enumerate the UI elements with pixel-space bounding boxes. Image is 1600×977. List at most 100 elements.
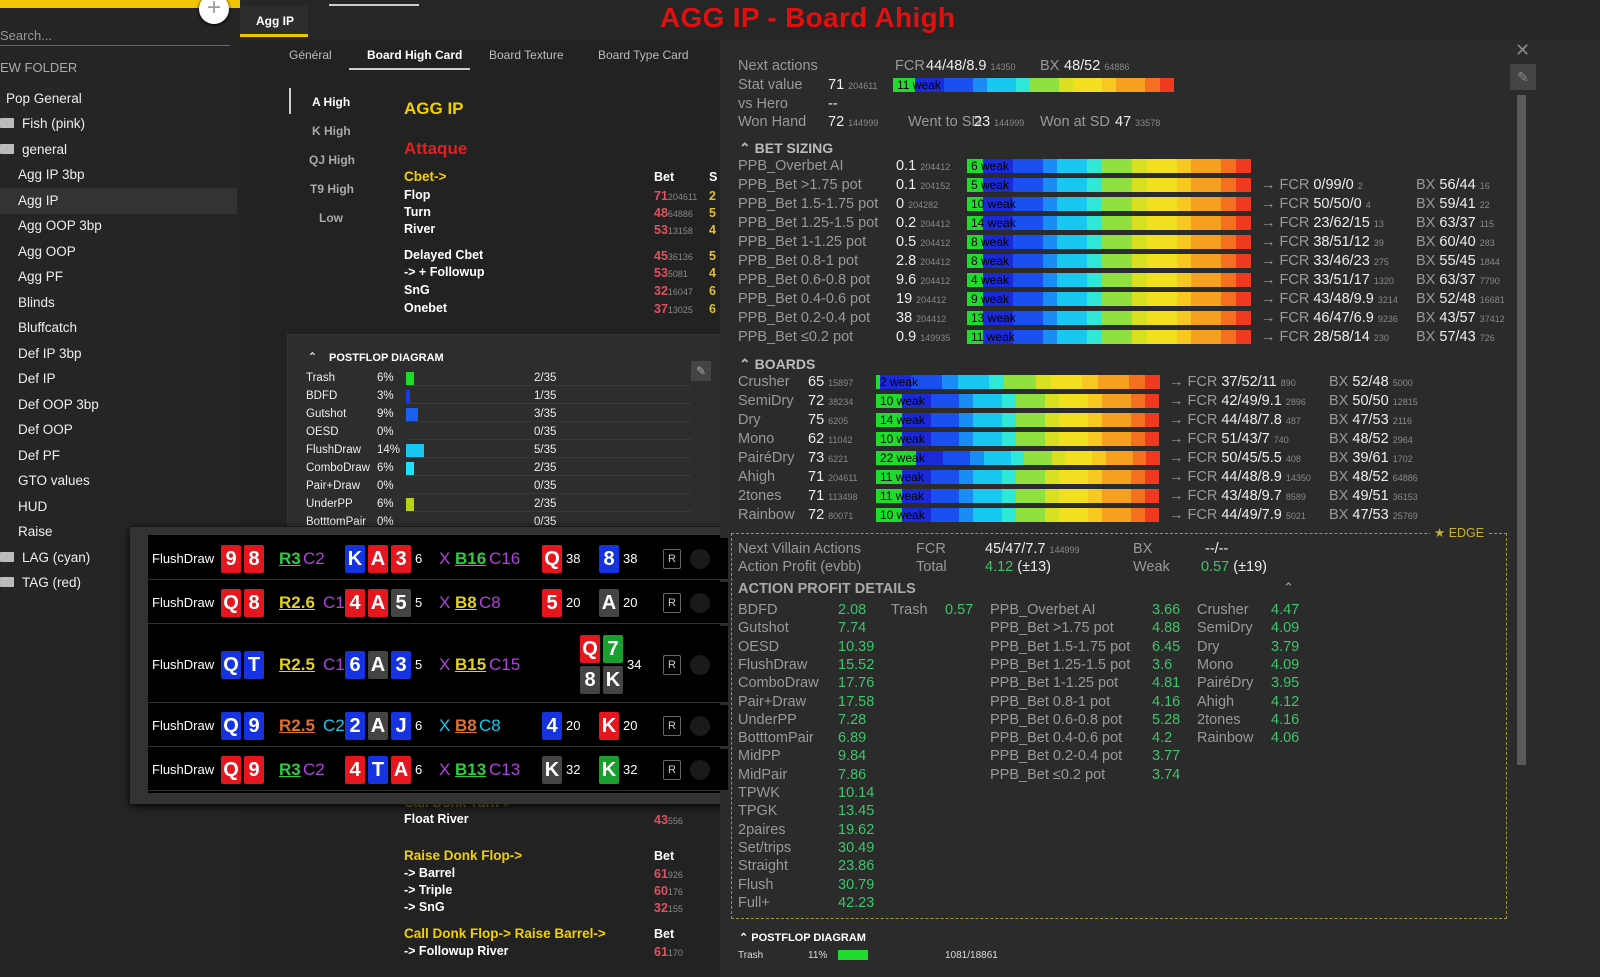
folder-icon [0, 552, 14, 563]
playing-card: K [599, 712, 619, 740]
sidebar-item-label: Bluffcatch [18, 320, 78, 335]
boards-header[interactable]: ⌃ BOARDS [739, 356, 815, 373]
sidebar-item[interactable]: Agg OOP [0, 239, 237, 265]
subtab-general[interactable]: Général [289, 48, 332, 62]
subtab-board-texture[interactable]: Board Texture [489, 48, 564, 62]
nva-fcr-label: FCR [916, 541, 946, 557]
sidebar-item[interactable]: Def OOP 3bp [0, 392, 237, 418]
bet-tag: B16 [455, 549, 487, 568]
bet-sizing-value: 0.1 204152 [896, 177, 951, 193]
hc-k-high[interactable]: K High [312, 124, 351, 138]
hc-t9-high[interactable]: T9 High [310, 182, 354, 196]
call-bet-tag: C16 [489, 549, 521, 568]
sidebar-item[interactable]: Pop General [0, 86, 237, 112]
replay-button[interactable]: R [663, 716, 681, 736]
playing-card: 5 [542, 589, 562, 617]
won-sd-label: Won at SD [1040, 114, 1110, 130]
sidebar-item[interactable]: Def IP [0, 366, 237, 392]
sidebar-item-label: Def OOP [18, 422, 73, 437]
apd-hand-value: 19.62 [838, 821, 875, 838]
sidebar-item-label: Agg PF [18, 269, 64, 284]
river-count: 32 [623, 762, 638, 777]
board-type-bx: BX 47/53 2116 [1329, 412, 1413, 428]
next-actions-fcr-value: 44/48/8.9 14350 [926, 58, 1016, 74]
play-icon[interactable] [690, 549, 710, 569]
sidebar-item[interactable]: Agg IP [0, 188, 237, 214]
sidebar-item[interactable]: Def OOP [0, 417, 237, 443]
replay-button[interactable]: R [663, 654, 681, 675]
play-icon[interactable] [690, 760, 710, 780]
board-type-bar: 22 weak [876, 451, 1161, 465]
check-tag: X [439, 760, 451, 779]
stat-row-s: 6 [709, 302, 716, 316]
replay-button[interactable]: R [663, 760, 681, 780]
hc-low[interactable]: Low [319, 211, 343, 225]
sidebar-item[interactable]: Def IP 3bp [0, 341, 237, 367]
pfd2-trash-frac: 1081/18861 [945, 950, 998, 961]
bar-weak-tag: 10 weak [880, 432, 925, 446]
apd-hand-label: UnderPP [738, 711, 797, 728]
pin-panel-icon[interactable]: ✎ [1510, 64, 1536, 90]
sidebar-item[interactable]: HUD [0, 494, 237, 520]
subtab-active-indicator [349, 68, 470, 70]
won-hand-value: 72 144999 [828, 114, 879, 130]
apd-hand-label: Full+ [738, 894, 770, 911]
play-icon[interactable] [690, 716, 710, 736]
playing-card: 6 [345, 651, 365, 679]
apd-hand-value: 13.45 [838, 803, 875, 820]
bar-weak-tag: 11 weak [880, 470, 924, 484]
board-count: 6 [415, 718, 423, 733]
pfd2-header[interactable]: ⌃ POSTFLOP DIAGRAM [739, 931, 866, 944]
hc-qj-high[interactable]: QJ High [309, 153, 355, 167]
play-icon[interactable] [690, 593, 710, 613]
bet-sizing-header[interactable]: ⌃ BET SIZING [739, 140, 833, 157]
playing-card: A [368, 589, 388, 617]
sidebar-item[interactable]: Agg IP 3bp [0, 162, 237, 188]
search-input[interactable] [0, 26, 230, 46]
sidebar-item[interactable]: Bluffcatch [0, 315, 237, 341]
pfd2-trash-bar [838, 950, 868, 960]
sidebar-item[interactable]: Blinds [0, 290, 237, 316]
bet-sizing-fcr: → FCR 50/50/0 4 [1261, 196, 1371, 212]
close-icon[interactable]: ✕ [1515, 40, 1530, 61]
replay-button[interactable]: R [663, 549, 681, 569]
apd-trash-value: 0.57 [945, 602, 974, 618]
board-type-value: 73 6221 [808, 450, 849, 466]
sidebar-item[interactable]: Agg OOP 3bp [0, 213, 237, 239]
pin-icon[interactable]: ✎ [691, 361, 711, 381]
float-river-value: 43556 [654, 813, 683, 827]
scrollbar[interactable] [1517, 95, 1526, 765]
hc-a-high[interactable]: A High [312, 95, 350, 109]
apd-board-value: 4.47 [1271, 602, 1300, 618]
pfd-row-bar [406, 462, 414, 475]
apd-hand-value: 10.39 [838, 638, 875, 655]
apd-chevron-icon[interactable]: ⌃ [1283, 580, 1294, 596]
stat-row-s: 5 [709, 206, 716, 220]
pfd-row-bar [406, 372, 414, 385]
call-donk-title: Call Donk Flop-> Raise Barrel-> [404, 926, 606, 941]
pfd-row-label: BDFD [306, 390, 338, 402]
sidebar-item[interactable]: Fish (pink) [0, 111, 237, 137]
subtab-board-type-card[interactable]: Board Type Card [598, 48, 689, 62]
sidebar-item[interactable]: general [0, 137, 237, 163]
playing-card: A [368, 545, 388, 573]
apd-hand-value: 30.79 [838, 876, 875, 893]
subtab-board-high-card[interactable]: Board High Card [367, 48, 462, 62]
replay-button[interactable]: R [663, 593, 681, 613]
bar-weak-tag: 5 weak [971, 178, 1010, 192]
sidebar-item[interactable]: Def PF [0, 443, 237, 469]
turn-count: 20 [566, 718, 581, 733]
pfd-chevron-icon[interactable]: ⌃ [308, 351, 317, 363]
vs-hero-label: vs Hero [738, 96, 788, 112]
bar-weak-tag: 22 weak [880, 451, 925, 465]
apd-bet-label: PPB_Bet 0.6-0.8 pot [990, 711, 1123, 728]
board-type-bar: 11 weak [876, 489, 1160, 503]
sidebar-item-label: Def PF [18, 448, 61, 463]
sidebar-item-label: Agg IP 3bp [18, 167, 85, 182]
apd-board-label: Dry [1197, 638, 1220, 655]
sidebar-item[interactable]: GTO values [0, 468, 237, 494]
play-icon[interactable] [690, 654, 710, 675]
pfd-row: OESD 0% 0/35 [306, 423, 691, 441]
sng-label: -> SnG [404, 900, 445, 914]
sidebar-item[interactable]: Agg PF [0, 264, 237, 290]
